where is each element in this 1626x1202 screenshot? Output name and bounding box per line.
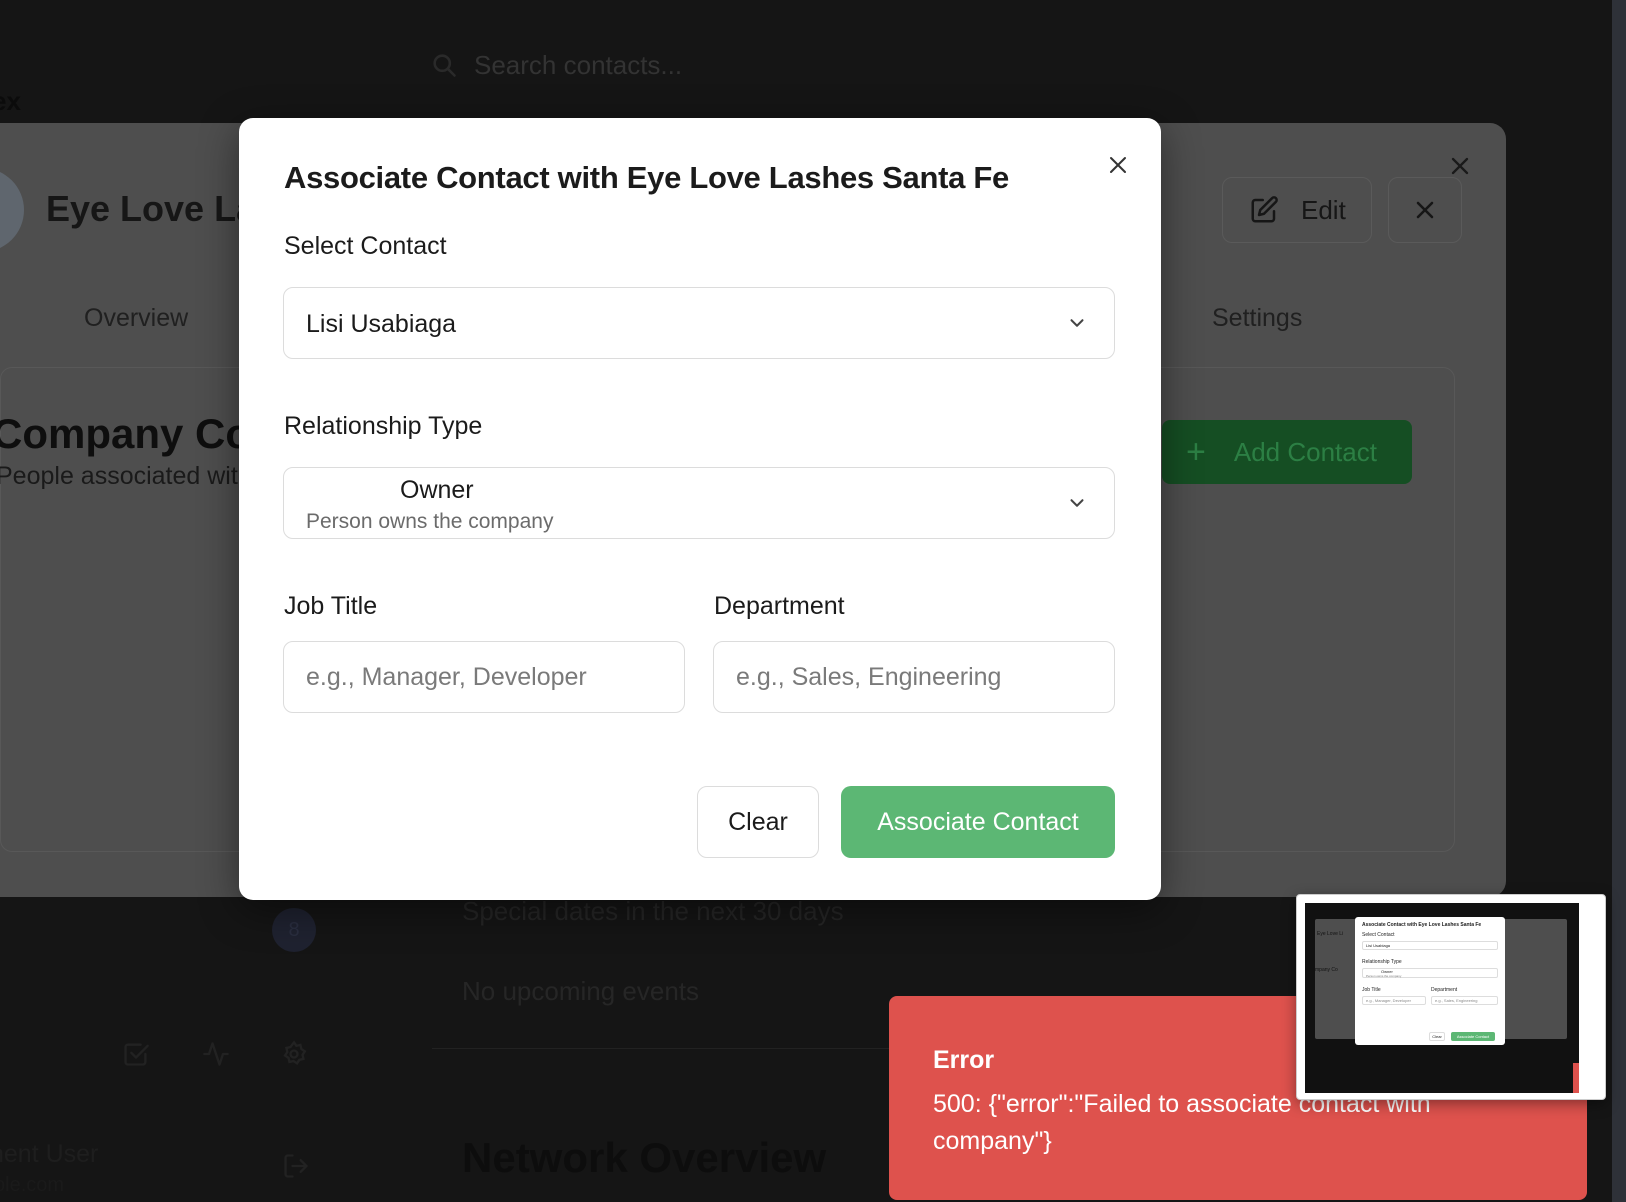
thumbnail-dialog-title: Associate Contact with Eye Love Lashes S…: [1362, 922, 1482, 928]
edit-icon: [1251, 196, 1278, 223]
gear-icon: [283, 1040, 307, 1065]
thumbnail-preview: Eye Love Li mpany Co Associate Contact w…: [1305, 903, 1579, 1093]
thumbnail-department-label: Department: [1431, 987, 1458, 993]
close-icon: [1451, 157, 1469, 175]
job-title-label: Job Title: [284, 592, 378, 620]
thumbnail-clear-button: Clear: [1429, 1032, 1445, 1041]
dialog-title: Associate Contact with Eye Love Lashes S…: [284, 160, 1009, 195]
chevron-down-icon: [1066, 492, 1088, 514]
add-contact-label: Add Contact: [1233, 436, 1377, 467]
toast-title: Error: [933, 1046, 995, 1074]
thumbnail-toast-edge: [1573, 1063, 1579, 1093]
tab-settings[interactable]: Settings: [1212, 304, 1302, 333]
close-icon: [1416, 201, 1434, 219]
close-icon: [1110, 157, 1126, 173]
thumbnail-contact-field: Lisi Usabiaga: [1362, 941, 1498, 950]
no-events-text: No upcoming events: [462, 976, 700, 1006]
user-name: nent User: [0, 1140, 99, 1168]
associate-contact-dialog: Associate Contact with Eye Love Lashes S…: [239, 118, 1161, 900]
select-contact-dropdown[interactable]: Lisi Usabiaga: [283, 287, 1115, 359]
thumbnail-job-title-label: Job Title: [1362, 987, 1381, 993]
edit-label: Edit: [1301, 194, 1346, 225]
add-contact-button[interactable]: + Add Contact: [1162, 420, 1412, 484]
search-placeholder: Search contacts...: [474, 49, 683, 80]
thumbnail-relationship-field: Owner Person owns the company: [1362, 968, 1498, 978]
relationship-type-dropdown[interactable]: Owner Person owns the company: [283, 467, 1115, 539]
checkbox-icon: [124, 1043, 149, 1066]
thumbnail-job-title-field: e.g., Manager, Developer: [1362, 996, 1426, 1005]
notification-badge: 8: [272, 908, 316, 952]
relationship-value: Owner: [400, 476, 474, 504]
department-label: Department: [714, 592, 845, 620]
user-email: ple.com: [0, 1174, 65, 1196]
thumbnail-associate-button: Associate Contact: [1451, 1032, 1495, 1041]
thumbnail-relationship-desc: Person owns the company: [1366, 974, 1402, 978]
window-edge: [1612, 0, 1626, 1202]
search-icon: [433, 54, 456, 77]
thumbnail-department-placeholder: e.g., Sales, Engineering: [1435, 998, 1478, 1003]
logout-button[interactable]: [282, 1152, 310, 1185]
plus-icon: +: [1186, 433, 1206, 471]
logout-icon: [284, 1154, 308, 1178]
relationship-type-label: Relationship Type: [284, 412, 483, 440]
thumbnail-select-contact-label: Select Contact: [1362, 932, 1395, 938]
department-input[interactable]: [713, 641, 1115, 713]
chevron-down-icon: [1066, 312, 1088, 334]
settings-nav[interactable]: [280, 1040, 308, 1073]
associate-contact-button[interactable]: Associate Contact: [841, 786, 1115, 858]
app-brand: ex: [0, 86, 21, 116]
section-subtitle: People associated wit: [0, 462, 238, 490]
network-overview-title: Network Overview: [462, 1134, 827, 1181]
background-search[interactable]: Search contacts...: [430, 44, 682, 86]
thumbnail-job-title-placeholder: e.g., Manager, Developer: [1366, 998, 1411, 1003]
activity-icon: [203, 1042, 229, 1066]
clear-button[interactable]: Clear: [697, 786, 819, 858]
activity-nav[interactable]: [202, 1040, 230, 1073]
tasks-nav[interactable]: [122, 1040, 150, 1073]
dialog-close-button[interactable]: [1101, 148, 1135, 182]
tab-overview[interactable]: Overview: [84, 304, 188, 333]
special-dates-text: Special dates in the next 30 days: [462, 896, 844, 926]
thumbnail-company-name: Eye Love Li: [1317, 931, 1344, 937]
relationship-description: Person owns the company: [306, 510, 554, 533]
selected-contact-value: Lisi Usabiaga: [306, 310, 457, 338]
panel-close-button[interactable]: [1388, 177, 1462, 243]
thumbnail-relationship-label: Relationship Type: [1362, 959, 1402, 965]
thumbnail-selected-contact: Lisi Usabiaga: [1366, 943, 1391, 948]
sheet-close-button[interactable]: [1446, 152, 1474, 185]
job-title-input[interactable]: [283, 641, 685, 713]
thumbnail-department-field: e.g., Sales, Engineering: [1431, 996, 1498, 1005]
select-contact-label: Select Contact: [284, 232, 447, 260]
screenshot-thumbnail[interactable]: Eye Love Li mpany Co Associate Contact w…: [1296, 894, 1606, 1100]
thumbnail-section-title: mpany Co: [1315, 967, 1338, 973]
thumbnail-dialog: Associate Contact with Eye Love Lashes S…: [1355, 917, 1505, 1045]
edit-button[interactable]: Edit: [1222, 177, 1372, 243]
section-title: Company Co: [0, 410, 252, 457]
